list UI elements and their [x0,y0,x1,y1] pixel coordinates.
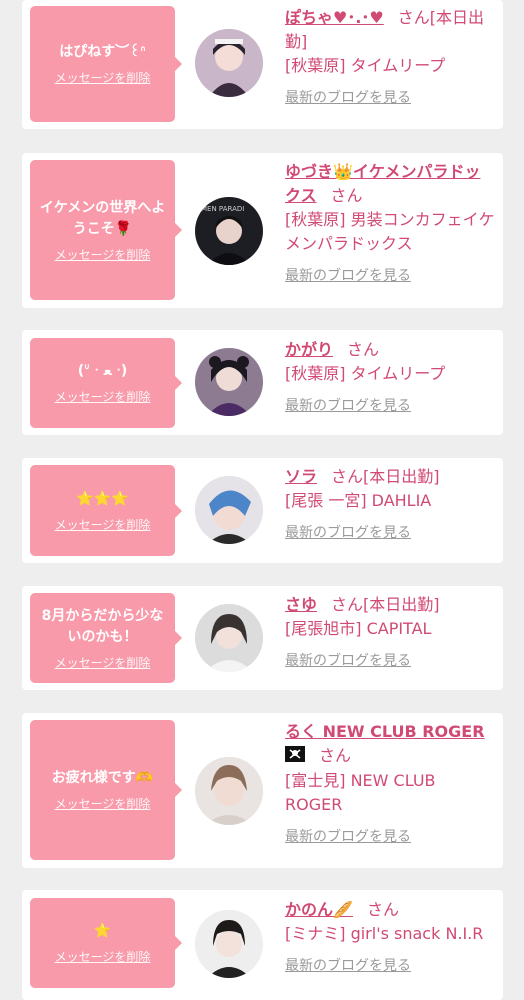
shop-name: [尾張旭市] CAPITAL [285,619,432,638]
cast-info: かがり さん [秋葉原] タイムリープ 最新のブログを見る [285,338,495,418]
delete-message-link[interactable]: メッセージを削除 [55,388,151,405]
avatar[interactable] [195,910,263,978]
shop-name: [ミナミ] girl's snack N.I.R [285,924,484,943]
latest-blog-link[interactable]: 最新のブログを見る [285,521,495,545]
shop-name: [秋葉原] タイムリープ [285,56,446,75]
honorific: さん [366,900,399,919]
message-card: はぴねす︶꒰ᐢ メッセージを削除 ぽちゃ♥･.･♥ さん[本日出勤] [秋葉原] … [22,0,503,129]
cast-name-link[interactable]: るく NEW CLUB ROGER [285,722,485,741]
cast-info: かのん🥖 さん [ミナミ] girl's snack N.I.R 最新のブログを見… [285,898,495,978]
message-text: ⭐⭐⭐ [76,490,129,507]
message-bubble: (ᐡ ᐧ ﻌ ᐧ) メッセージを削除 [30,338,182,428]
message-text: お疲れ様です🫶 [51,770,154,786]
honorific: さん [330,186,363,205]
message-bubble: はぴねす︶꒰ᐢ メッセージを削除 [30,6,182,122]
avatar[interactable] [195,29,263,97]
cast-name-link[interactable]: ぽちゃ♥･.･♥ [285,8,384,27]
cast-name-link[interactable]: さゆ [285,595,317,614]
delete-message-link[interactable]: メッセージを削除 [55,795,151,812]
cast-info: ぽちゃ♥･.･♥ さん[本日出勤] [秋葉原] タイムリープ 最新のブログを見る [285,6,495,110]
shop-name: [秋葉原] 男装コンカフェイケメンパラドックス [285,210,495,253]
shop-name: [秋葉原] タイムリープ [285,364,446,383]
avatar[interactable] [195,348,263,416]
cast-info: ソラ さん[本日出勤] [尾張 一宮] DAHLIA 最新のブログを見る [285,465,495,545]
delete-message-link[interactable]: メッセージを削除 [55,948,151,965]
honorific: さん [319,746,352,765]
delete-message-link[interactable]: メッセージを削除 [55,516,151,533]
shop-name: [富士見] NEW CLUB ROGER [285,770,436,814]
message-text: (ᐡ ᐧ ﻌ ᐧ) [77,363,128,379]
message-bubble: 8月からだから少ないのかも！ メッセージを削除 [30,593,182,683]
message-text: はぴねす︶꒰ᐢ [59,44,146,60]
delete-message-link[interactable]: メッセージを削除 [55,69,151,86]
honorific: さん [331,595,364,614]
message-text: ⭐ [93,923,112,939]
avatar[interactable]: MEN PARADI [195,197,263,265]
message-card: (ᐡ ᐧ ﻌ ᐧ) メッセージを削除 かがり さん [秋葉原] タイムリープ 最新… [22,330,503,435]
latest-blog-link[interactable]: 最新のブログを見る [285,825,495,849]
message-card: ⭐ メッセージを削除 かのん🥖 さん [ミナミ] girl's snack N.I… [22,890,503,1000]
avatar[interactable] [195,604,263,672]
message-card: 8月からだから少ないのかも！ メッセージを削除 さゆ さん[本日出勤] [尾張旭市… [22,586,503,690]
cast-info: さゆ さん[本日出勤] [尾張旭市] CAPITAL 最新のブログを見る [285,593,495,673]
message-text: 8月からだから少ないのかも！ [41,607,164,645]
latest-blog-link[interactable]: 最新のブログを見る [285,264,495,288]
message-bubble: イケメンの世界へようこそ🌹 メッセージを削除 [30,160,182,300]
cast-name-link[interactable]: ソラ [285,467,317,486]
latest-blog-link[interactable]: 最新のブログを見る [285,954,495,978]
honorific: さん [397,8,430,27]
delete-message-link[interactable]: メッセージを削除 [55,654,151,671]
latest-blog-link[interactable]: 最新のブログを見る [285,86,495,110]
cast-info: ゆづき👑イケメンパラドックス さん [秋葉原] 男装コンカフェイケメンパラドックス… [285,160,495,288]
avatar[interactable] [195,757,263,825]
cast-name-link[interactable]: ゆづき👑イケメンパラドックス [285,162,480,205]
avatar[interactable] [195,476,263,544]
work-status-badge: [本日出勤] [363,467,440,486]
message-card: イケメンの世界へようこそ🌹 メッセージを削除 MEN PARADI ゆづき👑イケ… [22,153,503,308]
message-bubble: ⭐ メッセージを削除 [30,898,182,988]
message-bubble: お疲れ様です🫶 メッセージを削除 [30,720,182,860]
message-card: ⭐⭐⭐ メッセージを削除 ソラ さん[本日出勤] [尾張 一宮] DAHLIA 最… [22,458,503,563]
latest-blog-link[interactable]: 最新のブログを見る [285,649,495,673]
message-bubble: ⭐⭐⭐ メッセージを削除 [30,465,182,556]
latest-blog-link[interactable]: 最新のブログを見る [285,394,495,418]
cast-name-link[interactable]: かのん🥖 [285,900,353,919]
cast-info: るく NEW CLUB ROGER さん [富士見] NEW CLUB ROGE… [285,720,495,849]
honorific: さん [331,467,364,486]
message-card: お疲れ様です🫶 メッセージを削除 るく NEW CLUB ROGER さん [富… [22,713,503,868]
cast-name-link[interactable]: かがり [285,340,333,359]
message-text: イケメンの世界へようこそ🌹 [39,199,166,237]
honorific: さん [347,340,380,359]
pirate-flag-icon [285,745,305,769]
svg-text:MEN PARADI: MEN PARADI [201,205,244,213]
delete-message-link[interactable]: メッセージを削除 [55,246,151,263]
shop-name: [尾張 一宮] DAHLIA [285,491,432,510]
work-status-badge: [本日出勤] [363,595,440,614]
